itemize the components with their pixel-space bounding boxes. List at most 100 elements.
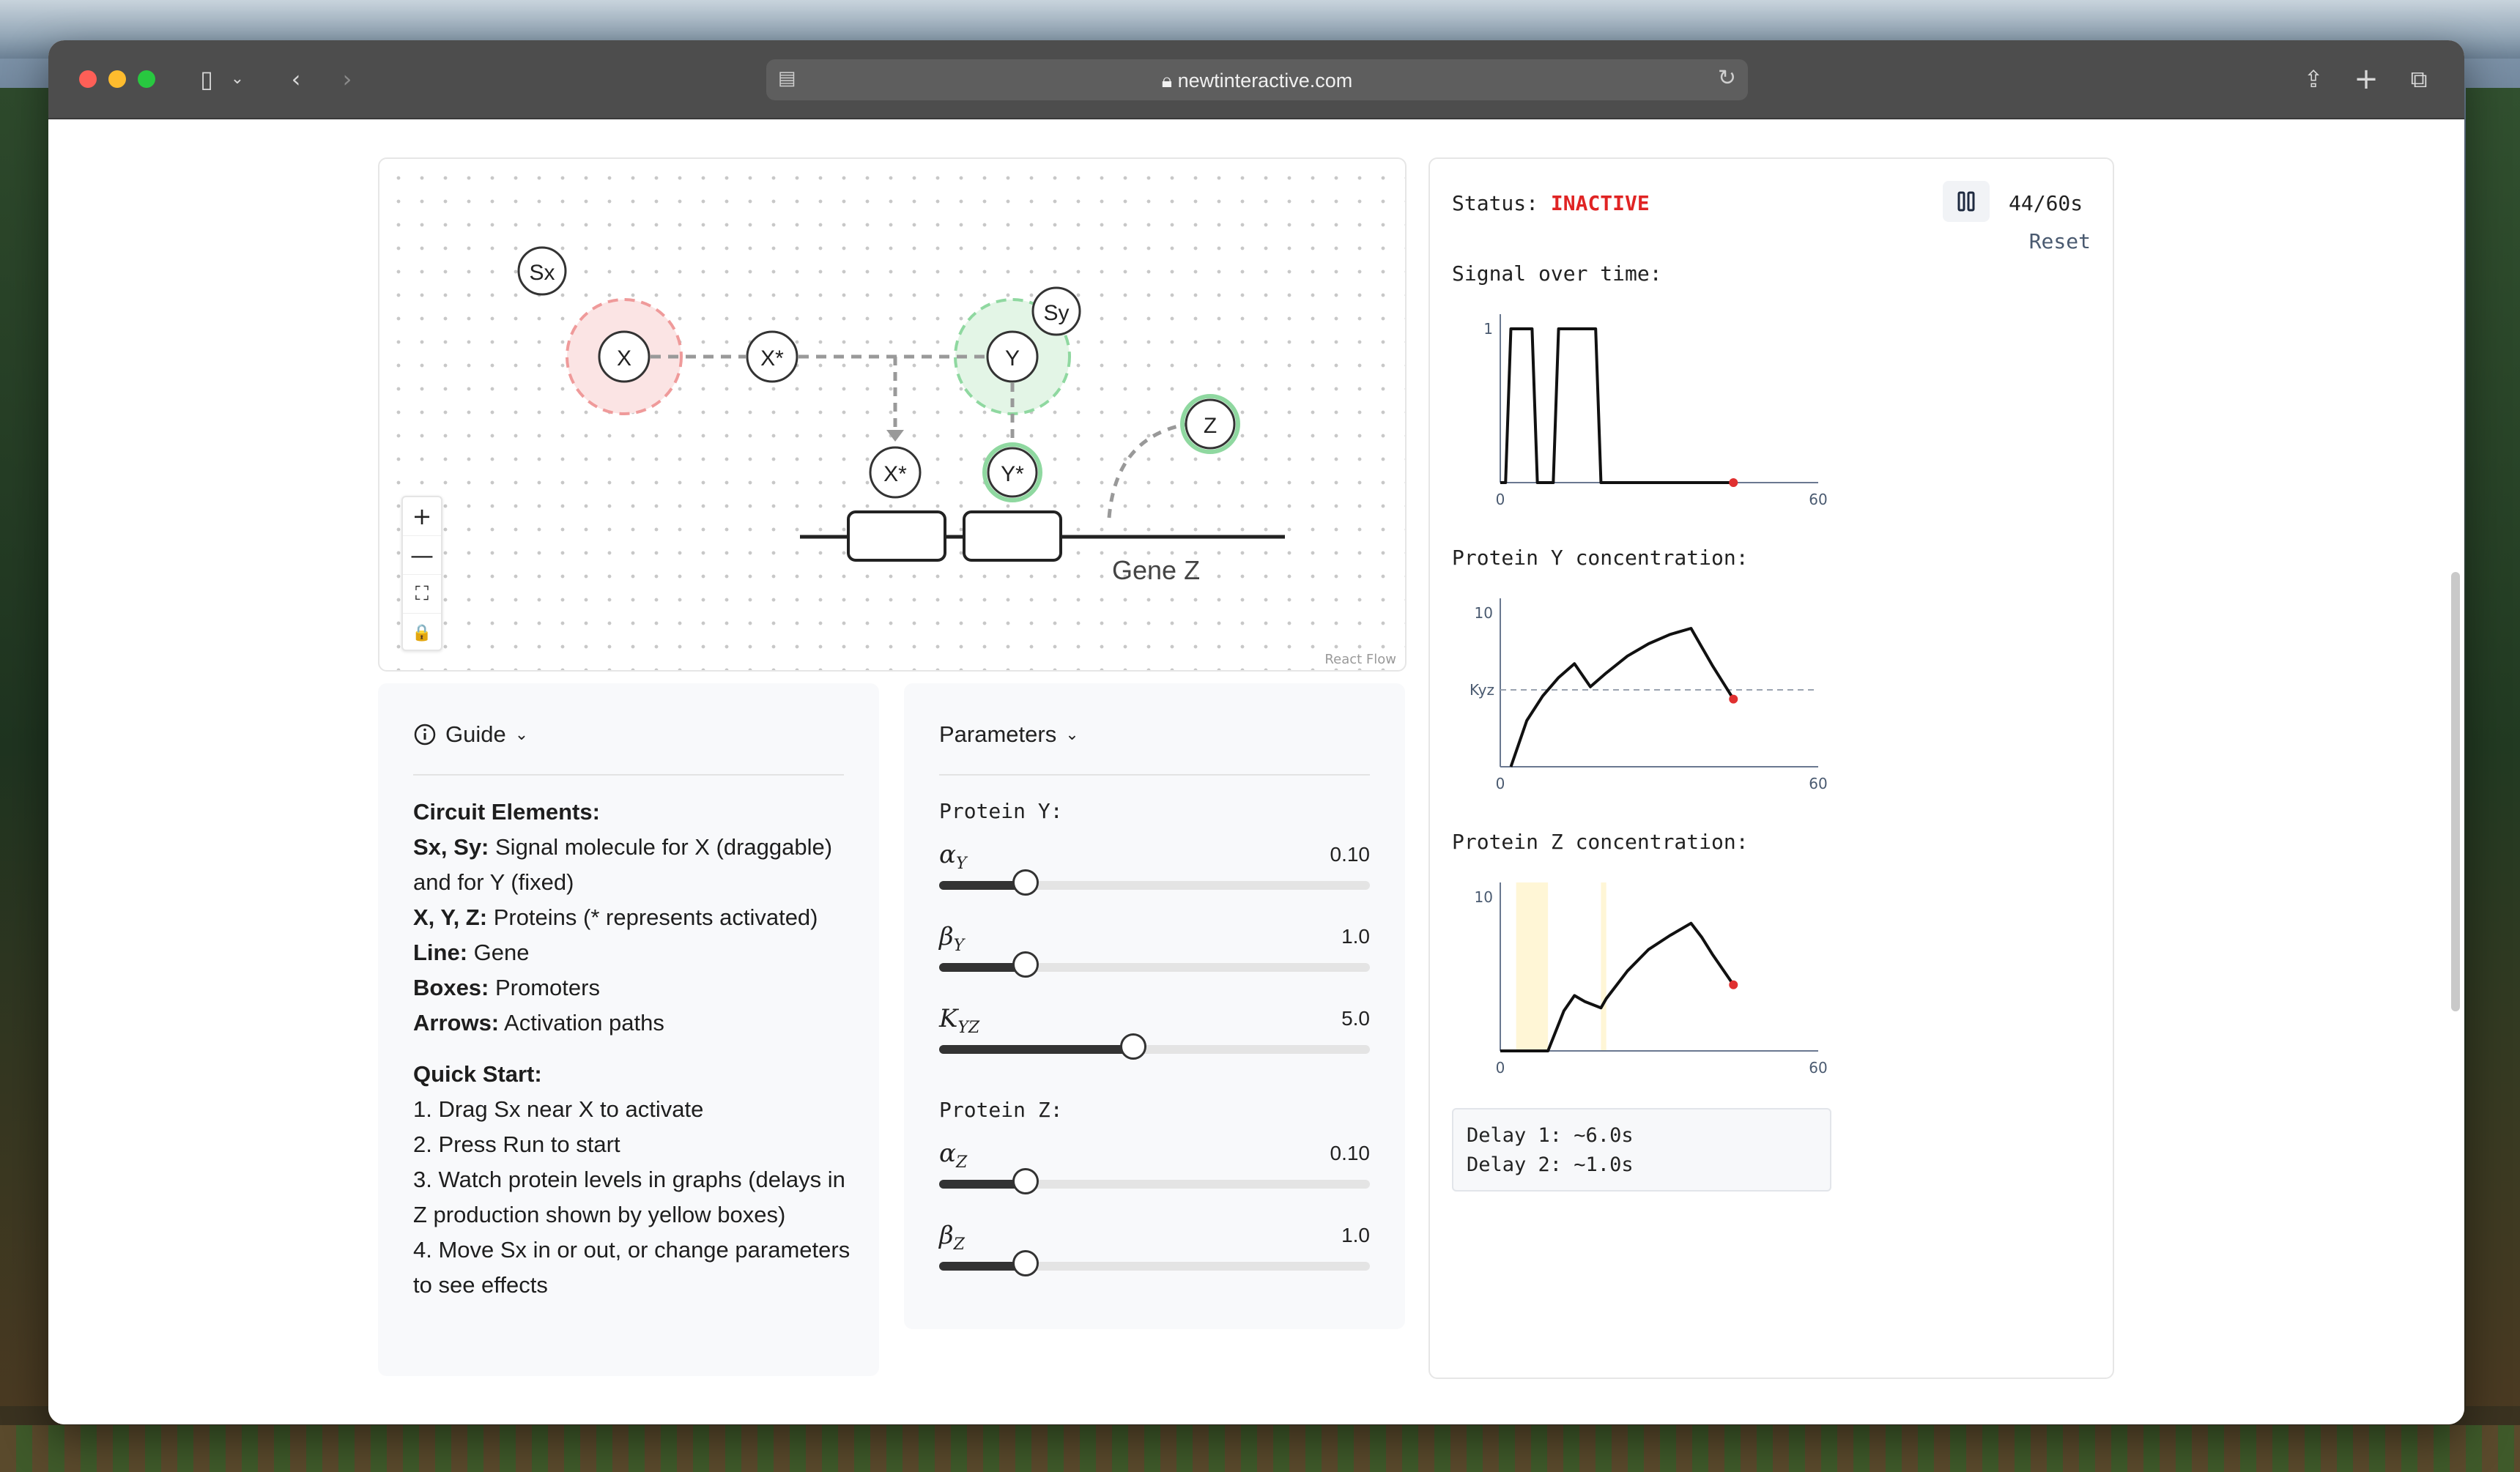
new-tab-icon[interactable]: +: [2350, 64, 2382, 94]
circuit-elements-heading: Circuit Elements:: [413, 799, 600, 825]
pause-button[interactable]: [1943, 181, 1990, 222]
reset-button[interactable]: Reset: [2029, 229, 2091, 253]
node-x-label: X: [617, 346, 631, 371]
circuit-diagram: Gene Z Sx X X* Y Sy X* Y* Z: [517, 246, 1285, 585]
page-scrollbar[interactable]: [2451, 572, 2460, 1011]
alpha-y-slider[interactable]: [939, 869, 1370, 896]
minimize-window-button[interactable]: [108, 70, 126, 88]
node-y-star-label: Y*: [1001, 462, 1024, 486]
zoom-window-button[interactable]: [138, 70, 155, 88]
delay-1-text: Delay 1: ~6.0s: [1467, 1124, 1634, 1147]
beta-z-symbol: βZ: [939, 1221, 965, 1254]
zoom-out-button[interactable]: —: [403, 536, 441, 575]
node-y-star[interactable]: Y*: [982, 442, 1042, 502]
delay-region: [1601, 882, 1606, 1051]
guide-item-text: Promoters: [489, 975, 600, 1000]
node-z[interactable]: Z: [1180, 394, 1240, 454]
alpha-y-symbol: αY: [939, 840, 967, 873]
node-x-star-bottom[interactable]: X*: [869, 446, 922, 499]
forward-icon[interactable]: ›: [333, 64, 362, 94]
fit-view-icon: ⛶: [415, 582, 429, 605]
share-icon[interactable]: ⇪: [2297, 64, 2330, 94]
chevron-down-icon[interactable]: ⌄: [227, 64, 248, 94]
guide-title: Guide: [445, 721, 506, 747]
parameters-toggle[interactable]: Parameters ⌄: [939, 721, 1079, 748]
guide-item-text: Gene: [467, 940, 530, 965]
x-tick-label: 0: [1496, 491, 1505, 508]
k-yz-slider[interactable]: [939, 1033, 1370, 1060]
reload-icon[interactable]: ↻: [1718, 65, 1736, 91]
gene-label: Gene Z: [1112, 555, 1200, 585]
node-x-star-top-label: X*: [760, 346, 784, 371]
guide-panel: Guide ⌄ Circuit Elements: Sx, Sy: Signal…: [378, 683, 879, 1376]
status-line: Status: INACTIVE: [1452, 191, 1650, 215]
signal-graph-title: Signal over time:: [1452, 261, 1662, 286]
reference-line-label: Kyz: [1470, 681, 1494, 699]
x-tick-label: 60: [1809, 1059, 1827, 1077]
slider-thumb[interactable]: [1012, 1250, 1039, 1276]
alpha-y-value: 0.10: [1330, 843, 1371, 866]
divider: [939, 774, 1370, 776]
x-tick-label: 60: [1809, 775, 1827, 792]
beta-y-slider[interactable]: [939, 951, 1370, 978]
parameters-panel: Parameters ⌄ Protein Y: αY 0.10 βY 1.0 K…: [904, 683, 1405, 1329]
protein-z-chart: 0 60 10: [1475, 882, 1828, 1077]
zoom-in-button[interactable]: +: [403, 497, 441, 536]
sidebar-icon[interactable]: ▯: [189, 64, 224, 94]
x-tick-label: 0: [1496, 1059, 1505, 1077]
guide-toggle[interactable]: Guide ⌄: [413, 721, 528, 748]
alpha-z-slider[interactable]: [939, 1168, 1370, 1194]
flow-controls: + — ⛶ 🔒: [401, 496, 442, 651]
node-y[interactable]: Y: [986, 330, 1039, 383]
slider-thumb[interactable]: [1119, 1033, 1146, 1060]
timer: 44/60s: [2009, 191, 2083, 215]
y-tick-label: 10: [1475, 604, 1493, 622]
quick-start-step: 4. Move Sx in or out, or change paramete…: [413, 1237, 850, 1298]
slider-fill: [939, 1045, 1133, 1054]
status-label: Status:: [1452, 191, 1539, 215]
current-time-marker: [1729, 478, 1738, 487]
plus-icon: +: [412, 502, 432, 530]
guide-content: Circuit Elements: Sx, Sy: Signal molecul…: [413, 795, 853, 1303]
delay-region: [1516, 882, 1549, 1051]
protein-y-chart: Kyz 0 60 10: [1470, 598, 1828, 792]
beta-z-slider[interactable]: [939, 1250, 1370, 1276]
fit-view-button[interactable]: ⛶: [403, 575, 441, 614]
slider-thumb[interactable]: [1012, 869, 1039, 896]
beta-z-value: 1.0: [1341, 1224, 1370, 1246]
delay-info-box: Delay 1: ~6.0s Delay 2: ~1.0s: [1452, 1108, 1831, 1192]
chevron-down-icon: ⌄: [1065, 725, 1079, 743]
close-window-button[interactable]: [79, 70, 97, 88]
node-sy-label: Sy: [1043, 301, 1069, 325]
back-icon[interactable]: ‹: [281, 64, 311, 94]
url-display: 🔒︎ newtinteractive.com: [766, 70, 1748, 93]
page-content: Gene Z Sx X X* Y Sy X* Y* Z + — ⛶ 🔒 Reac…: [48, 119, 2464, 1424]
guide-item-term: Arrows:: [413, 1010, 500, 1036]
guide-item-text: Activation paths: [499, 1010, 664, 1036]
signal-chart: 0 60 1: [1483, 314, 1828, 508]
promoter-box-1: [847, 510, 946, 562]
k-yz-value: 5.0: [1341, 1007, 1370, 1030]
node-x-star-top[interactable]: X*: [746, 330, 798, 383]
slider-thumb[interactable]: [1012, 951, 1039, 978]
address-bar[interactable]: ▤ 🔒︎ newtinteractive.com ↻: [766, 59, 1748, 100]
circuit-canvas[interactable]: Gene Z Sx X X* Y Sy X* Y* Z + — ⛶ 🔒 Reac…: [378, 157, 1407, 672]
guide-item: Arrows: Activation paths: [413, 1006, 853, 1041]
quick-start-step: 3. Watch protein levels in graphs (delay…: [413, 1167, 845, 1227]
tab-overview-icon[interactable]: ⧉: [2403, 64, 2435, 94]
react-flow-attribution[interactable]: React Flow: [1322, 652, 1399, 667]
guide-item: X, Y, Z: Proteins (* represents activate…: [413, 900, 853, 935]
guide-item-term: X, Y, Z:: [413, 904, 488, 930]
protein-y-section-label: Protein Y:: [939, 799, 1063, 823]
browser-window: ▯ ⌄ ‹ › ▤ 🔒︎ newtinteractive.com ↻ ⇪ + ⧉: [48, 40, 2464, 1424]
promoter-box-2: [963, 510, 1062, 562]
slider-thumb[interactable]: [1012, 1168, 1039, 1194]
node-x[interactable]: X: [598, 330, 651, 383]
protein-y-graph-title: Protein Y concentration:: [1452, 546, 1749, 570]
arrowhead-icon: [886, 430, 904, 442]
node-sx[interactable]: Sx: [517, 246, 567, 296]
node-y-label: Y: [1005, 346, 1020, 371]
node-z-label: Z: [1204, 414, 1217, 438]
lock-button[interactable]: 🔒: [403, 614, 441, 652]
minus-icon: —: [410, 541, 434, 569]
